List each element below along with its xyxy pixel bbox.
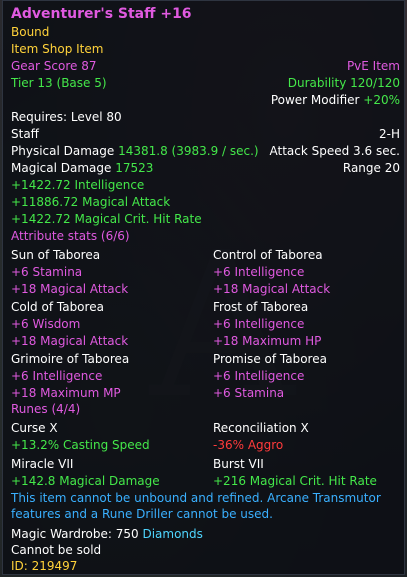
tier: Tier 13 (Base 5) [11,76,107,90]
attribute-name: Control of Taborea [213,248,323,262]
bonus-stat: +11886.72 Magical Attack [11,195,171,209]
magical-damage-row: Magical Damage 17523 Range 20 [11,159,400,177]
tier-row: Tier 13 (Base 5) Durability 120/120 [11,74,400,92]
attribute-line: +6 Intelligence [213,369,305,383]
attack-range: Range 20 [342,161,400,175]
rune-names-row: Miracle VII Burst VII [11,455,400,473]
attribute-lines-row: +6 Stamina +6 Intelligence [11,263,400,281]
attribute-line: +18 Magical Attack [11,282,129,296]
rune-effect: -36% Aggro [213,438,284,452]
attribute-name: Frost of Taborea [213,300,309,314]
item-tooltip: Adventurer's Staff +16 Bound Item Shop I… [2,0,405,575]
attribute-name: Sun of Taborea [11,248,101,262]
item-name: Adventurer's Staff +16 [11,6,192,22]
attribute-lines-row: +6 Wisdom +6 Intelligence [11,315,400,333]
pve-tag: PvE Item [346,59,400,73]
attribute-name: Grimoire of Taborea [11,352,130,366]
attribute-line: +6 Intelligence [213,317,305,331]
attribute-header: Attribute stats (6/6) [11,229,130,243]
power-modifier: Power Modifier +20% [270,93,400,107]
attribute-names-row: Cold of Taborea Frost of Taborea [11,298,400,316]
attribute-names-row: Sun of Taborea Control of Taborea [11,246,400,264]
item-shop-tag: Item Shop Item [11,42,104,56]
rune-name: Miracle VII [11,457,74,471]
attribute-name: Promise of Taborea [213,352,327,366]
restriction-note-line: features and a Rune Driller cannot be us… [11,507,273,521]
attribute-line: +6 Intelligence [11,369,103,383]
rune-name: Curse X [11,421,58,435]
rune-name: Burst VII [213,457,264,471]
bonus-stat: +1422.72 Magical Crit. Hit Rate [11,212,202,226]
rune-effect: +216 Magical Crit. Hit Rate [213,474,377,488]
weapon-hand: 2-H [379,127,400,141]
attribute-line: +6 Stamina [11,265,83,279]
gear-score: Gear Score 87 [11,59,97,73]
physical-damage-row: Physical Damage 14381.8 (3983.9 / sec.) … [11,142,400,160]
bonus-stat: +1422.72 Intelligence [11,178,145,192]
attribute-lines-row: +18 Magical Attack +18 Maximum HP [11,332,400,350]
attribute-line: +6 Wisdom [11,317,81,331]
weapon-type: Staff [11,127,39,141]
requirement: Requires: Level 80 [11,110,122,124]
runes-header: Runes (4/4) [11,402,81,416]
item-id: ID: 219497 [11,559,78,573]
power-modifier-row: Power Modifier +20% [11,91,400,109]
attribute-name: Cold of Taborea [11,300,104,314]
gear-score-row: Gear Score 87 PvE Item [11,57,400,75]
attribute-line: +18 Maximum HP [213,334,322,348]
physical-damage: Physical Damage 14381.8 (3983.9 / sec.) [11,144,259,158]
attribute-lines-row: +18 Magical Attack +18 Magical Attack [11,280,400,298]
attribute-names-row: Grimoire of Taborea Promise of Taborea [11,350,400,368]
attribute-line: +18 Magical Attack [11,334,129,348]
durability: Durability 120/120 [287,76,400,90]
bound-status: Bound [11,25,50,39]
rune-name: Reconciliation X [213,421,309,435]
attack-speed: Attack Speed 3.6 sec. [269,144,401,158]
attribute-line: +6 Intelligence [213,265,305,279]
rune-effects-row: +142.8 Magical Damage +216 Magical Crit.… [11,472,400,490]
rune-effects-row: +13.2% Casting Speed -36% Aggro [11,436,400,454]
attribute-lines-row: +6 Intelligence +6 Intelligence [11,367,400,385]
attribute-line: +18 Magical Attack [213,282,331,296]
rune-effect: +142.8 Magical Damage [11,474,160,488]
rune-names-row: Curse X Reconciliation X [11,419,400,437]
rune-effect: +13.2% Casting Speed [11,438,150,452]
weapon-type-row: Staff 2-H [11,125,400,143]
magical-damage: Magical Damage 17523 [11,161,154,175]
